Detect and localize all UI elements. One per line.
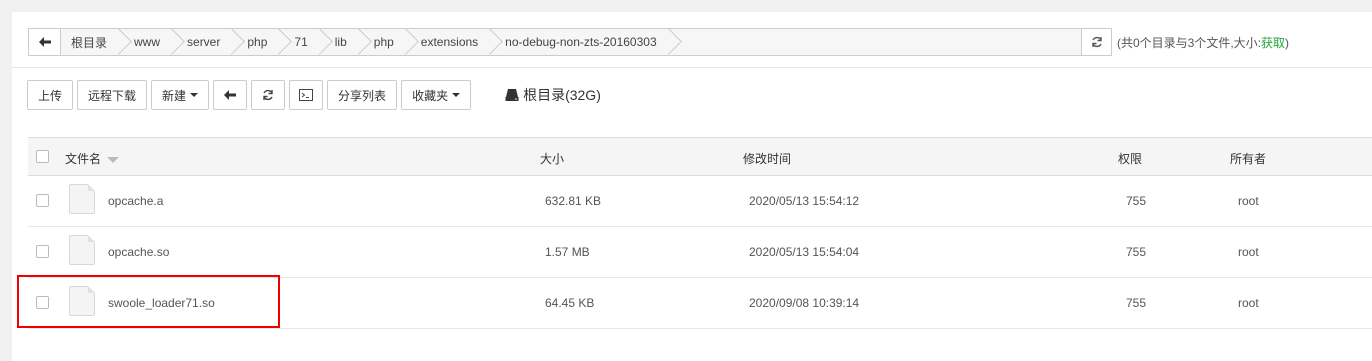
- back-arrow-icon[interactable]: [29, 29, 61, 55]
- summary-close: ): [1285, 36, 1290, 50]
- file-permission[interactable]: 755: [1126, 194, 1146, 208]
- row-checkbox[interactable]: [36, 245, 49, 258]
- file-modified: 2020/05/13 15:54:12: [749, 194, 860, 208]
- breadcrumb-item[interactable]: extensions: [406, 29, 490, 55]
- refresh-icon: [263, 89, 273, 101]
- breadcrumb-item[interactable]: 根目录: [61, 29, 119, 55]
- breadcrumb-item[interactable]: php: [359, 29, 406, 55]
- back-arrow-icon: [224, 90, 237, 100]
- owner-column-header[interactable]: 所有者: [1230, 150, 1266, 167]
- sort-down-icon: [107, 156, 120, 163]
- table-row[interactable]: opcache.a 632.81 KB 2020/05/13 15:54:12 …: [28, 176, 1372, 227]
- divider: [12, 67, 1372, 68]
- file-modified: 2020/05/13 15:54:04: [749, 245, 860, 259]
- breadcrumb-item[interactable]: lib: [320, 29, 359, 55]
- size-column-header[interactable]: 大小: [540, 150, 564, 167]
- file-modified: 2020/09/08 10:39:14: [749, 296, 860, 310]
- file-owner[interactable]: root: [1238, 245, 1259, 259]
- upload-button[interactable]: 上传: [27, 80, 74, 110]
- file-name[interactable]: opcache.so: [108, 245, 169, 259]
- file-owner[interactable]: root: [1238, 194, 1259, 208]
- breadcrumb-item[interactable]: no-debug-non-zts-20160303: [490, 29, 668, 55]
- remote-download-button[interactable]: 远程下载: [77, 80, 148, 110]
- breadcrumb: 根目录 www server php 71 lib php extensions…: [61, 29, 1081, 55]
- name-column-header[interactable]: 文件名: [65, 150, 120, 167]
- caret-down-icon: [190, 93, 199, 97]
- file-size: 632.81 KB: [545, 194, 602, 208]
- file-permission[interactable]: 755: [1126, 245, 1146, 259]
- summary-text: (共0个目录与3个文件,大小:: [1117, 36, 1262, 50]
- go-back-button[interactable]: [213, 80, 248, 110]
- hard-drive-icon: [505, 89, 519, 101]
- disk-label: 根目录(32G): [523, 87, 601, 103]
- directory-summary: (共0个目录与3个文件,大小:获取): [1117, 34, 1289, 51]
- refresh-path-icon[interactable]: [1081, 29, 1111, 55]
- fetch-size-link[interactable]: 获取: [1261, 36, 1285, 50]
- file-name[interactable]: opcache.a: [108, 194, 163, 208]
- file-permission[interactable]: 755: [1126, 296, 1146, 310]
- favorites-dropdown-button[interactable]: 收藏夹: [401, 80, 472, 110]
- table-header: 文件名 大小 修改时间 权限 所有者: [28, 137, 1372, 176]
- share-list-button[interactable]: 分享列表: [327, 80, 398, 110]
- table-row[interactable]: opcache.so 1.57 MB 2020/05/13 15:54:04 7…: [28, 227, 1372, 278]
- breadcrumb-item[interactable]: www: [119, 29, 172, 55]
- row-checkbox[interactable]: [36, 194, 49, 207]
- breadcrumb-item[interactable]: server: [172, 29, 232, 55]
- highlight-box: [17, 275, 280, 328]
- modified-column-header[interactable]: 修改时间: [743, 150, 791, 167]
- path-bar: 根目录 www server php 71 lib php extensions…: [28, 28, 1112, 56]
- new-label: 新建: [162, 88, 187, 103]
- file-owner[interactable]: root: [1238, 296, 1259, 310]
- file-icon: [69, 235, 95, 265]
- terminal-button[interactable]: [289, 80, 324, 110]
- name-header-label: 文件名: [65, 152, 102, 166]
- file-icon: [69, 184, 95, 214]
- breadcrumb-item[interactable]: 71: [279, 29, 319, 55]
- breadcrumb-item[interactable]: php: [232, 29, 279, 55]
- file-size: 1.57 MB: [545, 245, 590, 259]
- refresh-button[interactable]: [251, 80, 286, 110]
- select-all-checkbox[interactable]: [36, 150, 49, 163]
- file-size: 64.45 KB: [545, 296, 595, 310]
- toolbar: 上传 远程下载 新建 分享列表 收藏夹 根目录(32G): [27, 80, 601, 110]
- caret-down-icon: [452, 93, 461, 97]
- favorites-label: 收藏夹: [412, 88, 449, 103]
- disk-selector[interactable]: 根目录(32G): [505, 85, 601, 105]
- permission-column-header[interactable]: 权限: [1118, 150, 1142, 167]
- new-dropdown-button[interactable]: 新建: [151, 80, 210, 110]
- terminal-icon: [299, 89, 314, 101]
